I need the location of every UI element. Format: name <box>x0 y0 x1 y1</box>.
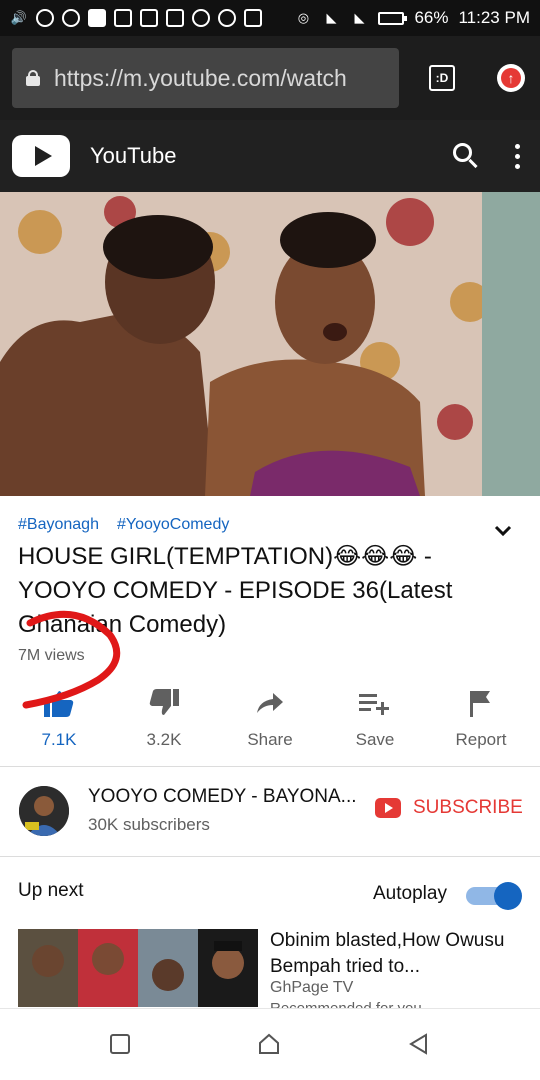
browser-toolbar: https://m.youtube.com/watch :D ↑ <box>0 36 540 120</box>
like-count: 7.1K <box>41 730 77 749</box>
save-label: Save <box>355 730 395 749</box>
tab-switcher-button[interactable]: :D <box>429 65 455 91</box>
dislike-button[interactable]: 3.2K <box>119 686 209 750</box>
video-player[interactable] <box>0 192 540 496</box>
hashtags: #Bayonagh #YooyoComedy <box>18 516 229 534</box>
youtube-logo-icon[interactable] <box>12 135 70 177</box>
report-button[interactable]: Report <box>436 686 526 750</box>
lock-icon <box>26 70 40 86</box>
search-icon[interactable] <box>453 143 479 169</box>
hotspot-icon: ◎ <box>297 10 310 25</box>
channel-avatar[interactable] <box>19 786 69 836</box>
download-icon <box>244 9 262 27</box>
youtube-play-icon <box>375 798 401 818</box>
autoplay-label: Autoplay <box>373 883 447 904</box>
app-title: YouTube <box>90 143 177 168</box>
status-bar: 🔊 ◎ ◣ ◣ 66% 11:23 PM <box>0 0 540 36</box>
video-frame <box>0 192 540 496</box>
report-label: Report <box>455 730 507 749</box>
dislike-count: 3.2K <box>146 730 182 749</box>
thumbs-down-icon <box>149 686 179 720</box>
hashtag-link[interactable]: #YooyoComedy <box>117 516 229 534</box>
instagram-icon <box>140 9 158 27</box>
divider <box>0 856 540 857</box>
annotation-scribble <box>22 610 121 709</box>
youtube-header: YouTube <box>0 120 540 192</box>
back-icon[interactable] <box>405 1031 431 1057</box>
signal-2-icon: ◣ <box>354 10 365 25</box>
whatsapp-icon <box>192 9 210 27</box>
chevron-down-icon[interactable] <box>494 522 512 540</box>
clock: 11:23 PM <box>458 8 530 27</box>
up-next-heading: Up next <box>18 880 84 901</box>
facebook-icon <box>114 9 132 27</box>
opera-update-icon[interactable]: ↑ <box>497 64 525 92</box>
subscribe-label: SUBSCRIBE <box>413 797 523 818</box>
battery-icon <box>378 11 408 25</box>
url-text: https://m.youtube.com/watch <box>54 64 347 91</box>
recents-icon[interactable] <box>107 1031 133 1057</box>
save-button[interactable]: Save <box>330 686 420 750</box>
divider <box>0 766 540 767</box>
share-arrow-icon <box>255 686 285 720</box>
subscriber-count: 30K subscribers <box>88 815 210 834</box>
autoplay-toggle[interactable] <box>466 882 522 910</box>
recommended-channel: GhPage TV <box>270 979 354 996</box>
share-label: Share <box>247 730 293 749</box>
home-icon[interactable] <box>256 1031 282 1057</box>
channel-name[interactable]: YOOYO COMEDY - BAYONA... <box>88 786 358 808</box>
hashtag-link[interactable]: #Bayonagh <box>18 516 99 534</box>
opera-icon <box>218 9 236 27</box>
gmail-icon <box>166 9 184 27</box>
recommended-title[interactable]: Obinim blasted,How Owusu Bempah tried to… <box>270 928 528 980</box>
signal-icon: ◣ <box>326 10 337 25</box>
subscribe-button[interactable]: SUBSCRIBE <box>375 797 523 819</box>
address-bar[interactable]: https://m.youtube.com/watch <box>12 48 399 108</box>
battery-percent: 66% <box>414 8 449 27</box>
notification-square-icon <box>88 9 106 27</box>
share-button[interactable]: Share <box>225 686 315 750</box>
recommended-thumbnail[interactable] <box>18 929 258 1007</box>
system-nav-bar <box>0 1008 540 1080</box>
volume-icon: 🔊 <box>10 10 28 25</box>
messenger-icon <box>36 9 54 27</box>
flag-icon <box>468 686 494 720</box>
more-options-icon[interactable] <box>515 143 520 169</box>
vpn-key-icon <box>62 9 80 27</box>
playlist-add-icon <box>359 686 391 720</box>
